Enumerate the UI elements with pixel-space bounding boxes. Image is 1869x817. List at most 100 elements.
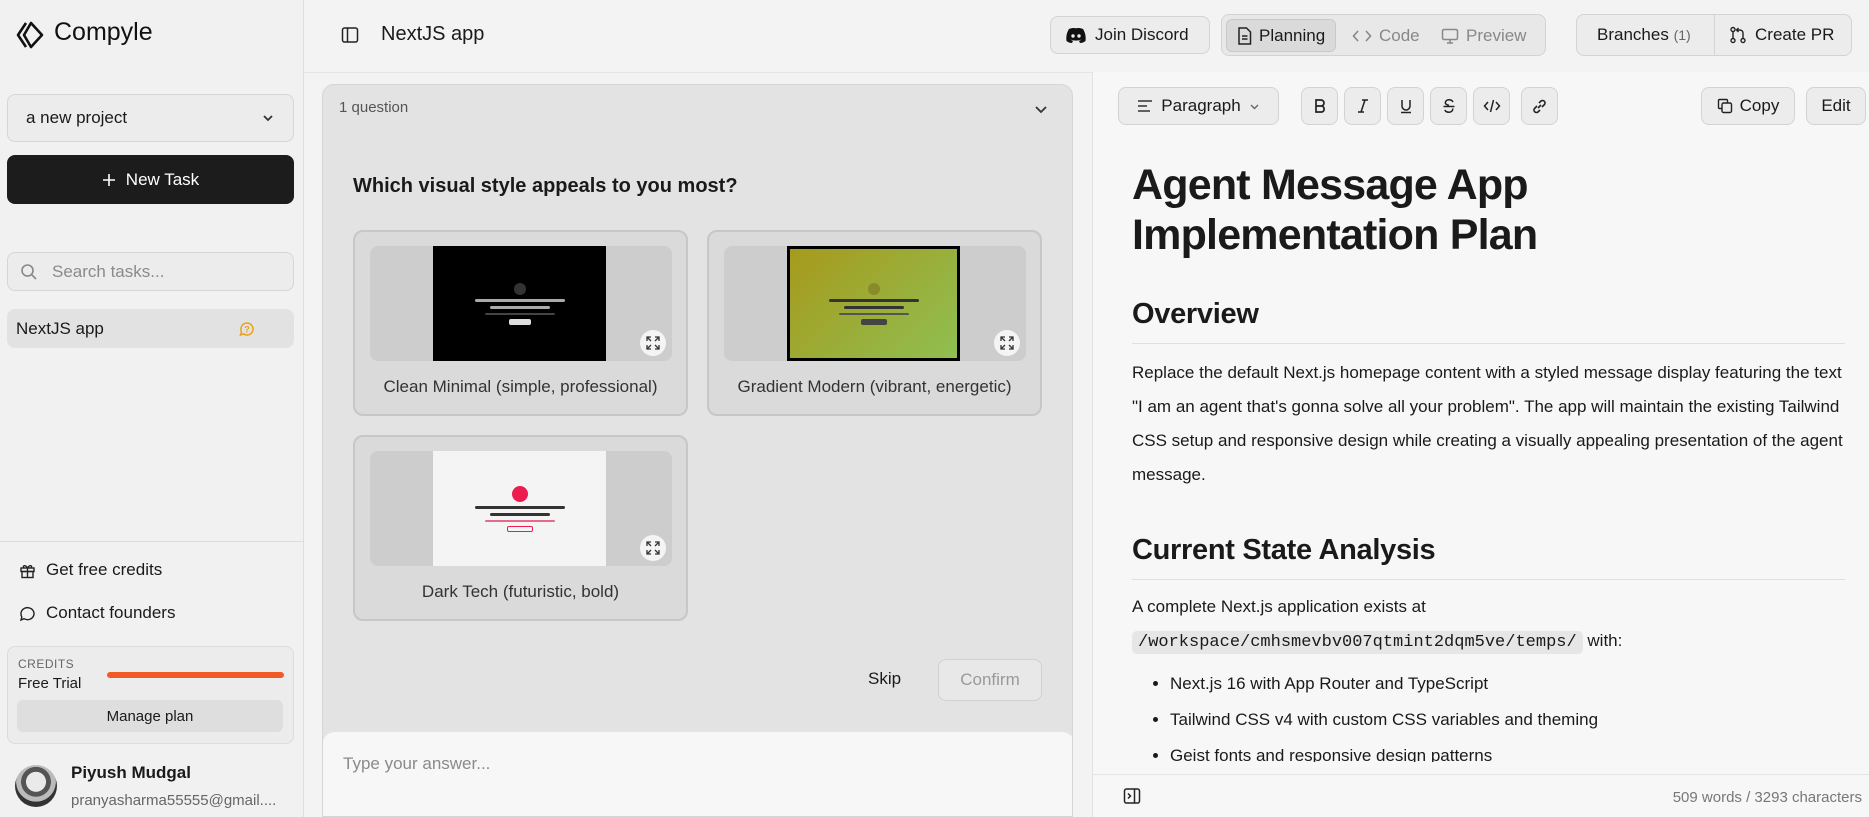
project-select-value: a new project xyxy=(26,108,128,127)
question-panel: 1 question Which visual style appeals to… xyxy=(322,84,1073,817)
credits-plan: Free Trial xyxy=(18,675,82,692)
sidebar: Compyle a new project New Task Search ta… xyxy=(0,0,304,817)
strikethrough-button[interactable] xyxy=(1430,87,1467,125)
get-free-credits-link[interactable]: Get free credits xyxy=(19,560,162,580)
chat-bubble-icon xyxy=(19,606,35,621)
question-badge-icon: ? xyxy=(239,321,254,336)
option-card-dark-tech[interactable]: Dark Tech (futuristic, bold) xyxy=(353,435,688,621)
tab-planning-label: Planning xyxy=(1259,25,1326,45)
strikethrough-icon xyxy=(1443,99,1454,113)
task-item-label: NextJS app xyxy=(16,318,104,338)
option-thumbnail-image xyxy=(433,246,606,361)
underline-button[interactable] xyxy=(1387,87,1424,125)
code-icon xyxy=(1483,99,1500,113)
section-heading-current-state: Current State Analysis xyxy=(1132,534,1845,580)
credits-progress-bar xyxy=(107,672,284,678)
repo-actions: Branches (1) Create PR xyxy=(1576,14,1852,56)
option-thumbnail-frame xyxy=(370,246,672,361)
italic-button[interactable] xyxy=(1344,87,1381,125)
search-input[interactable]: Search tasks... xyxy=(7,252,294,291)
credits-card: CREDITS Free Trial Manage plan xyxy=(7,646,294,744)
search-icon xyxy=(21,263,37,280)
mode-switcher: Planning Code Preview xyxy=(1221,14,1546,56)
edit-button[interactable]: Edit xyxy=(1806,87,1866,125)
answer-input[interactable]: Type your answer... xyxy=(323,731,1072,816)
document-title: Agent Message App Implementation Plan xyxy=(1132,162,1538,259)
list-item: Tailwind CSS v4 with custom CSS variable… xyxy=(1170,702,1845,738)
option-card-gradient-modern[interactable]: Gradient Modern (vibrant, energetic) xyxy=(707,230,1042,416)
code-button[interactable] xyxy=(1473,87,1510,125)
contact-founders-link[interactable]: Contact founders xyxy=(19,603,175,623)
monitor-icon xyxy=(1441,28,1459,44)
create-pr-label: Create PR xyxy=(1755,25,1835,44)
branches-label: Branches xyxy=(1597,25,1669,44)
overview-paragraph: Replace the default Next.js homepage con… xyxy=(1132,363,1843,484)
join-discord-button[interactable]: Join Discord xyxy=(1050,16,1210,54)
plus-icon xyxy=(102,173,115,186)
option-label: Gradient Modern (vibrant, energetic) xyxy=(737,377,1012,396)
page-title: NextJS app xyxy=(381,23,485,45)
option-thumbnail-image xyxy=(433,451,606,566)
copy-button[interactable]: Copy xyxy=(1701,87,1795,125)
expand-icon[interactable] xyxy=(994,330,1020,356)
divider xyxy=(1714,15,1715,55)
project-select[interactable]: a new project xyxy=(7,94,294,142)
task-item-nextjs-app[interactable]: NextJS app ? xyxy=(7,309,294,348)
chevron-down-icon xyxy=(263,115,273,122)
skip-button[interactable]: Skip xyxy=(868,669,901,689)
user-email: pranyasharma55555@gmail.... xyxy=(71,792,277,809)
new-task-button[interactable]: New Task xyxy=(7,155,294,204)
link-icon xyxy=(1533,99,1546,113)
copy-label: Copy xyxy=(1739,96,1780,115)
branches-count: (1) xyxy=(1673,27,1691,43)
chevron-down-icon[interactable] xyxy=(1033,101,1049,117)
brand-name: Compyle xyxy=(54,18,153,46)
current-state-with: with: xyxy=(1582,631,1623,650)
expand-icon[interactable] xyxy=(640,330,666,356)
list-item: Geist fonts and responsive design patter… xyxy=(1170,738,1845,762)
editor-footer: 509 words / 3293 characters xyxy=(1093,774,1869,817)
collapse-panel-icon[interactable] xyxy=(1123,787,1141,805)
compyle-logo-icon xyxy=(16,21,44,49)
bold-icon xyxy=(1314,99,1325,113)
sidebar-divider xyxy=(0,541,304,542)
block-type-select[interactable]: Paragraph xyxy=(1118,87,1279,125)
branches-button[interactable]: Branches (1) xyxy=(1597,25,1691,45)
join-discord-label: Join Discord xyxy=(1095,25,1189,44)
link-button[interactable] xyxy=(1521,87,1558,125)
tab-code-label: Code xyxy=(1379,25,1420,45)
block-type-label: Paragraph xyxy=(1161,96,1241,115)
tab-planning[interactable]: Planning xyxy=(1226,19,1337,52)
discord-icon xyxy=(1066,27,1086,43)
option-label: Clean Minimal (simple, professional) xyxy=(383,377,658,396)
word-count: 509 words / 3293 characters xyxy=(1672,789,1862,806)
toggle-sidebar-icon[interactable] xyxy=(341,26,359,44)
contact-founders-label: Contact founders xyxy=(46,603,176,622)
gift-icon xyxy=(20,564,35,578)
option-thumbnail-frame xyxy=(724,246,1026,361)
option-label: Dark Tech (futuristic, bold) xyxy=(421,582,620,601)
manage-plan-button[interactable]: Manage plan xyxy=(17,700,283,732)
confirm-button[interactable]: Confirm xyxy=(938,659,1042,701)
git-pull-request-icon xyxy=(1730,26,1746,44)
option-thumbnail-frame xyxy=(370,451,672,566)
feature-list: Next.js 16 with App Router and TypeScrip… xyxy=(1132,666,1845,762)
option-thumbnail-image xyxy=(787,246,960,361)
italic-icon xyxy=(1357,99,1368,113)
code-icon xyxy=(1352,29,1372,42)
option-card-clean-minimal[interactable]: Clean Minimal (simple, professional) xyxy=(353,230,688,416)
tab-code[interactable]: Code xyxy=(1342,19,1430,52)
create-pr-button[interactable]: Create PR xyxy=(1729,25,1834,45)
question-count: 1 question xyxy=(339,99,409,116)
plan-editor: Paragraph Copy Edit Agent Message App Im… xyxy=(1092,72,1869,817)
bold-button[interactable] xyxy=(1301,87,1338,125)
user-name: Piyush Mudgal xyxy=(71,763,191,782)
document-body[interactable]: Agent Message App Implementation Plan Ov… xyxy=(1132,162,1845,762)
tab-preview[interactable]: Preview xyxy=(1431,19,1536,52)
current-state-intro: A complete Next.js application exists at xyxy=(1132,597,1426,616)
search-placeholder: Search tasks... xyxy=(52,261,165,281)
expand-icon[interactable] xyxy=(640,535,666,561)
section-heading-overview: Overview xyxy=(1132,298,1845,344)
answer-placeholder: Type your answer... xyxy=(343,754,491,773)
avatar[interactable] xyxy=(15,765,57,807)
